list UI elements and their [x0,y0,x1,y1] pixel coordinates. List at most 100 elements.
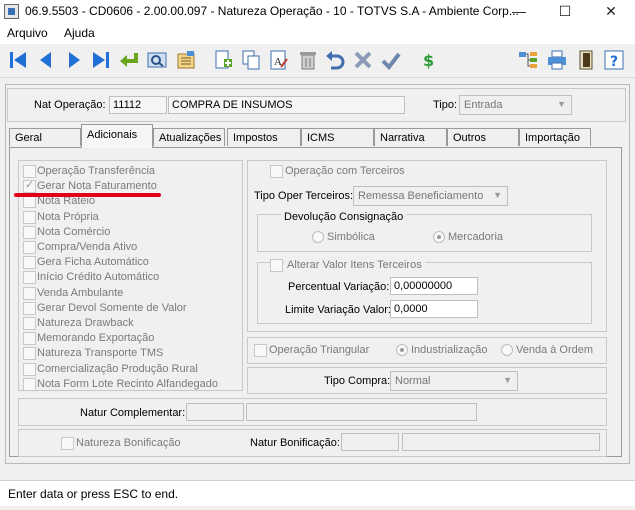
last-icon[interactable] [90,49,112,71]
nat-operacao-desc-field[interactable]: COMPRA DE INSUMOS [168,96,405,114]
operacao-terceiros-checkbox[interactable] [270,165,283,178]
maximize-button[interactable]: ☐ [542,0,588,24]
option-checkbox-label: Gerar Devol Somente de Valor [37,301,187,314]
tipo-oper-terceiros-value: Remessa Beneficiamento [358,190,484,202]
menu-ajuda[interactable]: Ajuda [64,26,95,40]
tipo-oper-terceiros-label: Tipo Oper Terceiros: [254,190,354,202]
next-icon[interactable] [63,49,85,71]
app-icon [4,4,19,19]
option-checkbox[interactable] [23,178,36,194]
alterar-valor-checkbox[interactable] [270,259,283,272]
list-icon[interactable] [175,49,197,71]
goto-icon[interactable] [118,49,140,71]
radio-mercadoria[interactable] [433,231,445,243]
tipo-compra-label: Tipo Compra: [324,375,391,387]
natur-bonificacao-code-field[interactable] [341,433,399,451]
natur-bonificacao-label: Natur Bonificação: [250,437,340,449]
option-checkbox-label: Natureza Transporte TMS [37,347,164,360]
option-checkbox-label: Natureza Drawback [37,317,134,329]
tab-narrativa[interactable]: Narrativa [374,128,447,146]
tipo-compra-select[interactable]: Normal ▼ [390,371,518,391]
tipo-label: Tipo: [433,99,458,111]
tipo-select[interactable]: Entrada ▼ [459,95,572,115]
option-checkbox[interactable] [23,301,36,315]
operacao-triangular-checkbox[interactable] [254,344,267,357]
radio-industrializacao[interactable] [396,344,408,356]
delete-icon[interactable] [297,49,319,71]
tab-geral[interactable]: Geral [9,128,81,146]
svg-text:?: ? [610,54,618,70]
natur-bonificacao-desc-field[interactable] [402,433,600,451]
natur-complementar-desc-field[interactable] [246,403,477,421]
option-checkbox-label: Nota Comércio [37,225,111,238]
exit-icon[interactable] [575,49,597,71]
tab-icms[interactable]: ICMS [301,128,374,146]
tab-impostos[interactable]: Impostos [227,128,301,146]
option-checkbox[interactable] [23,256,36,270]
red-underline-annotation [14,193,161,197]
toolbar: A $ ? [0,44,635,78]
operacao-terceiros-label: Operação com Terceiros [285,165,405,177]
tree-icon[interactable] [517,49,539,71]
option-checkbox-label: Nota Rateio [37,195,96,208]
percentual-variacao-label: Percentual Variação: [288,281,390,293]
natur-complementar-code-field[interactable] [186,403,244,421]
option-checkbox[interactable] [23,317,36,330]
natureza-bonificacao-checkbox[interactable] [61,437,74,450]
percentual-variacao-field[interactable]: 0,00000000 [390,277,478,295]
close-button[interactable]: ✕ [588,0,634,24]
radio-venda-ordem[interactable] [501,344,513,356]
option-checkbox[interactable] [23,347,36,361]
cancel-icon[interactable] [352,49,374,71]
option-checkbox-label: Nota Form Lote Recinto Alfandegado [37,377,219,390]
add-icon[interactable] [212,49,234,71]
alterar-valor-label: Alterar Valor Itens Terceiros [284,259,425,271]
search-icon[interactable] [146,49,168,71]
dollar-icon[interactable]: $ [417,49,439,71]
option-checkbox[interactable] [23,377,36,391]
chevron-down-icon: ▼ [503,375,512,385]
copy-icon[interactable] [240,49,262,71]
limite-variacao-label: Limite Variação Valor: [285,304,391,316]
prev-icon[interactable] [35,49,57,71]
option-checkbox[interactable] [23,362,36,376]
tipo-oper-terceiros-select[interactable]: Remessa Beneficiamento ▼ [353,186,508,206]
chevron-down-icon: ▼ [557,99,566,109]
option-checkbox-label: Gerar Nota Faturamento [37,180,157,193]
option-checkbox[interactable] [23,165,36,178]
menu-arquivo[interactable]: Arquivo [7,26,48,40]
radio-venda-ordem-label: Venda à Ordem [516,344,594,356]
tab-atualizacoes[interactable]: Atualizações [153,128,225,146]
operacao-triangular-label: Operação Triangular [269,344,370,356]
confirm-icon[interactable] [380,49,402,71]
title-bar: 06.9.5503 - CD0606 - 2.00.00.097 - Natur… [0,0,635,24]
minimize-button[interactable]: — [496,0,542,24]
tab-outros[interactable]: Outros [447,128,519,146]
help-icon[interactable]: ? [603,49,625,71]
devolucao-consignacao-title: Devolução Consignação [281,211,407,223]
option-checkbox[interactable] [23,286,36,300]
nat-operacao-code-field[interactable]: 11112 [109,96,167,114]
option-checkbox-label: Início Crédito Automático [37,271,160,284]
option-checkbox-label: Venda Ambulante [37,286,124,299]
tipo-select-value: Entrada [464,99,503,111]
tab-adicionais[interactable]: Adicionais [81,124,153,148]
edit-icon[interactable]: A [268,49,290,71]
option-checkbox[interactable] [23,332,36,346]
radio-simbolica[interactable] [312,231,324,243]
option-checkbox[interactable] [23,195,36,209]
option-checkbox[interactable] [23,271,36,285]
first-icon[interactable] [7,49,29,71]
option-checkbox[interactable] [23,210,36,224]
undo-icon[interactable] [324,49,346,71]
option-checkbox[interactable] [23,225,36,239]
natur-complementar-label: Natur Complementar: [80,407,186,419]
status-bar: Enter data or press ESC to end. [0,480,635,506]
limite-variacao-field[interactable]: 0,0000 [390,300,478,318]
radio-mercadoria-label: Mercadoria [448,231,504,243]
option-checkbox[interactable] [23,241,36,254]
radio-industrializacao-label: Industrialização [411,344,488,356]
nat-operacao-label: Nat Operação: [34,99,106,111]
print-icon[interactable] [546,49,568,71]
tab-importacao[interactable]: Importação [519,128,591,146]
